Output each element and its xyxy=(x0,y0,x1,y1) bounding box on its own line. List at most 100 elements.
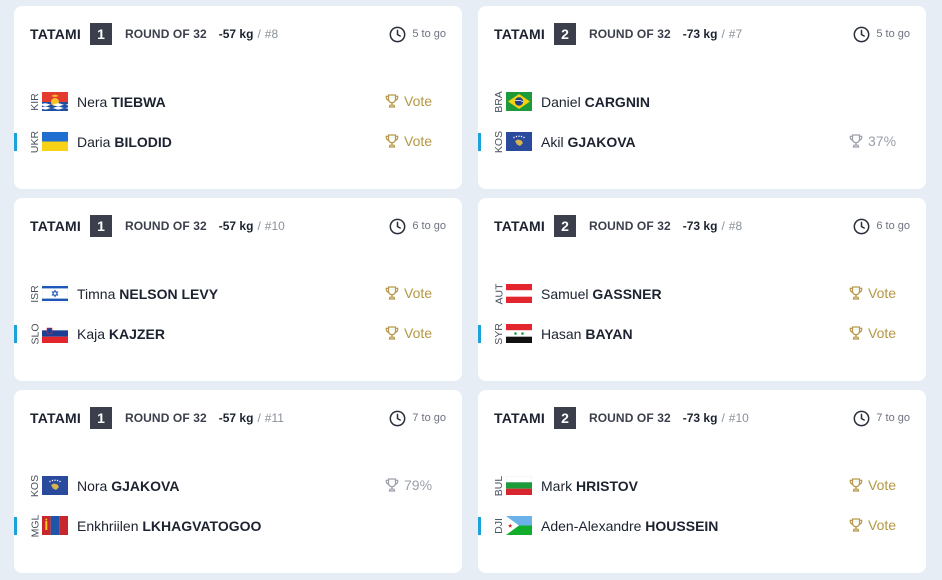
trophy-icon xyxy=(384,285,400,301)
nationality-code: ISR xyxy=(29,285,42,303)
fighter-name: Samuel GASSNER xyxy=(541,286,662,302)
vote-button[interactable]: Vote xyxy=(384,133,432,149)
fighter-name: Aden-Alexandre HOUSSEIN xyxy=(541,518,719,534)
tatami-number-badge: 2 xyxy=(553,23,576,45)
separator: / xyxy=(257,27,261,41)
fighter-name: Daniel CARGNIN xyxy=(541,94,650,110)
clock-icon xyxy=(853,410,870,427)
trophy-icon xyxy=(848,517,864,533)
match-card[interactable]: TATAMI 2 ROUND OF 32 -73 kg / #7 5 to go… xyxy=(478,6,926,189)
flag-mgl-icon xyxy=(42,516,68,535)
fighter-row: SYR Hasan BAYAN Vote xyxy=(478,320,926,348)
vote-label: Vote xyxy=(868,325,897,341)
vote-button[interactable]: Vote xyxy=(384,325,432,341)
blue-side-indicator xyxy=(14,133,17,151)
match-card[interactable]: TATAMI 1 ROUND OF 32 -57 kg / #8 5 to go… xyxy=(14,6,462,189)
match-header: TATAMI 2 ROUND OF 32 -73 kg / #10 7 to g… xyxy=(494,407,910,429)
match-number: #10 xyxy=(728,411,749,425)
nationality-code: SLO xyxy=(29,323,42,345)
tatami-label: TATAMI xyxy=(30,218,81,234)
vote-button[interactable]: Vote xyxy=(848,477,896,493)
tatami-number-badge: 2 xyxy=(553,215,576,237)
fighter-row: MGL Enkhriilen LKHAGVATOGOO xyxy=(14,512,462,540)
vote-button[interactable]: Vote xyxy=(848,325,896,341)
vote-percentage: 79% xyxy=(384,477,432,493)
trophy-icon xyxy=(384,93,400,109)
flag-slo-icon xyxy=(42,324,68,343)
flag-isr-icon xyxy=(42,284,68,303)
separator: / xyxy=(721,411,725,425)
match-header: TATAMI 1 ROUND OF 32 -57 kg / #8 5 to go xyxy=(30,23,446,45)
separator: / xyxy=(721,27,725,41)
fighter-name: Daria BILODID xyxy=(77,134,172,150)
separator: / xyxy=(721,219,725,233)
flag-kos-icon xyxy=(42,476,68,495)
match-number: #8 xyxy=(264,27,279,41)
blue-side-indicator xyxy=(478,133,481,151)
weight-category: -73 kg xyxy=(682,411,718,425)
togo-text: 5 to go xyxy=(876,28,910,40)
vote-label: Vote xyxy=(868,477,897,493)
round-label: ROUND OF 32 xyxy=(124,27,207,41)
weight-category: -73 kg xyxy=(682,219,718,233)
matches-to-go: 5 to go xyxy=(853,26,910,43)
fighter-row: UKR Daria BILODID Vote xyxy=(14,128,462,156)
nationality-code: KOS xyxy=(493,130,505,154)
vote-percentage: 37% xyxy=(848,133,896,149)
round-label: ROUND OF 32 xyxy=(588,27,671,41)
vote-label: Vote xyxy=(404,133,433,149)
blue-side-indicator xyxy=(478,325,481,343)
nationality-code: DJI xyxy=(493,518,505,534)
match-card[interactable]: TATAMI 1 ROUND OF 32 -57 kg / #11 7 to g… xyxy=(14,390,462,573)
fighter-row: KIR Nera TIEBWA Vote xyxy=(14,88,462,116)
fighter-row: ISR Timna NELSON LEVY Vote xyxy=(14,280,462,308)
trophy-icon xyxy=(384,477,400,493)
round-label: ROUND OF 32 xyxy=(588,219,671,233)
flag-aut-icon xyxy=(506,284,532,303)
fighter-name: Mark HRISTOV xyxy=(541,478,638,494)
match-number: #10 xyxy=(264,219,285,233)
nationality-code: BRA xyxy=(493,91,505,113)
vote-label: Vote xyxy=(404,93,433,109)
match-number: #7 xyxy=(728,27,743,41)
match-card[interactable]: TATAMI 2 ROUND OF 32 -73 kg / #8 6 to go… xyxy=(478,198,926,381)
fighter-name: Nora GJAKOVA xyxy=(77,478,180,494)
flag-syr-icon xyxy=(506,324,532,343)
fighter-name: Hasan BAYAN xyxy=(541,326,633,342)
clock-icon xyxy=(853,26,870,43)
vote-button[interactable]: Vote xyxy=(848,517,896,533)
match-header: TATAMI 2 ROUND OF 32 -73 kg / #7 5 to go xyxy=(494,23,910,45)
matches-to-go: 5 to go xyxy=(389,26,446,43)
tatami-label: TATAMI xyxy=(30,410,81,426)
weight-category: -57 kg xyxy=(218,27,254,41)
togo-text: 6 to go xyxy=(876,220,910,232)
vote-label: Vote xyxy=(404,325,433,341)
tatami-label: TATAMI xyxy=(494,26,545,42)
nationality-code: BUL xyxy=(493,475,505,497)
vote-button[interactable]: Vote xyxy=(848,285,896,301)
match-card[interactable]: TATAMI 2 ROUND OF 32 -73 kg / #10 7 to g… xyxy=(478,390,926,573)
match-card[interactable]: TATAMI 1 ROUND OF 32 -57 kg / #10 6 to g… xyxy=(14,198,462,381)
weight-category: -57 kg xyxy=(218,219,254,233)
vote-button[interactable]: Vote xyxy=(384,285,432,301)
nationality-code: UKR xyxy=(29,130,42,154)
flag-bra-icon xyxy=(506,92,532,111)
flag-ukr-icon xyxy=(42,132,68,151)
round-label: ROUND OF 32 xyxy=(124,411,207,425)
match-number: #11 xyxy=(264,411,284,425)
nationality-code: SYR xyxy=(493,323,505,345)
round-label: ROUND OF 32 xyxy=(588,411,671,425)
vote-button[interactable]: Vote xyxy=(384,93,432,109)
fighter-name: Nera TIEBWA xyxy=(77,94,166,110)
fighter-name: Timna NELSON LEVY xyxy=(77,286,219,302)
nationality-code: KOS xyxy=(29,474,41,498)
clock-icon xyxy=(389,410,406,427)
percentage-label: 79% xyxy=(404,477,433,493)
match-header: TATAMI 2 ROUND OF 32 -73 kg / #8 6 to go xyxy=(494,215,910,237)
togo-text: 6 to go xyxy=(412,220,446,232)
fighter-row: BRA Daniel CARGNIN xyxy=(478,88,926,116)
trophy-icon xyxy=(848,285,864,301)
clock-icon xyxy=(389,218,406,235)
matches-to-go: 7 to go xyxy=(389,410,446,427)
trophy-icon xyxy=(384,325,400,341)
